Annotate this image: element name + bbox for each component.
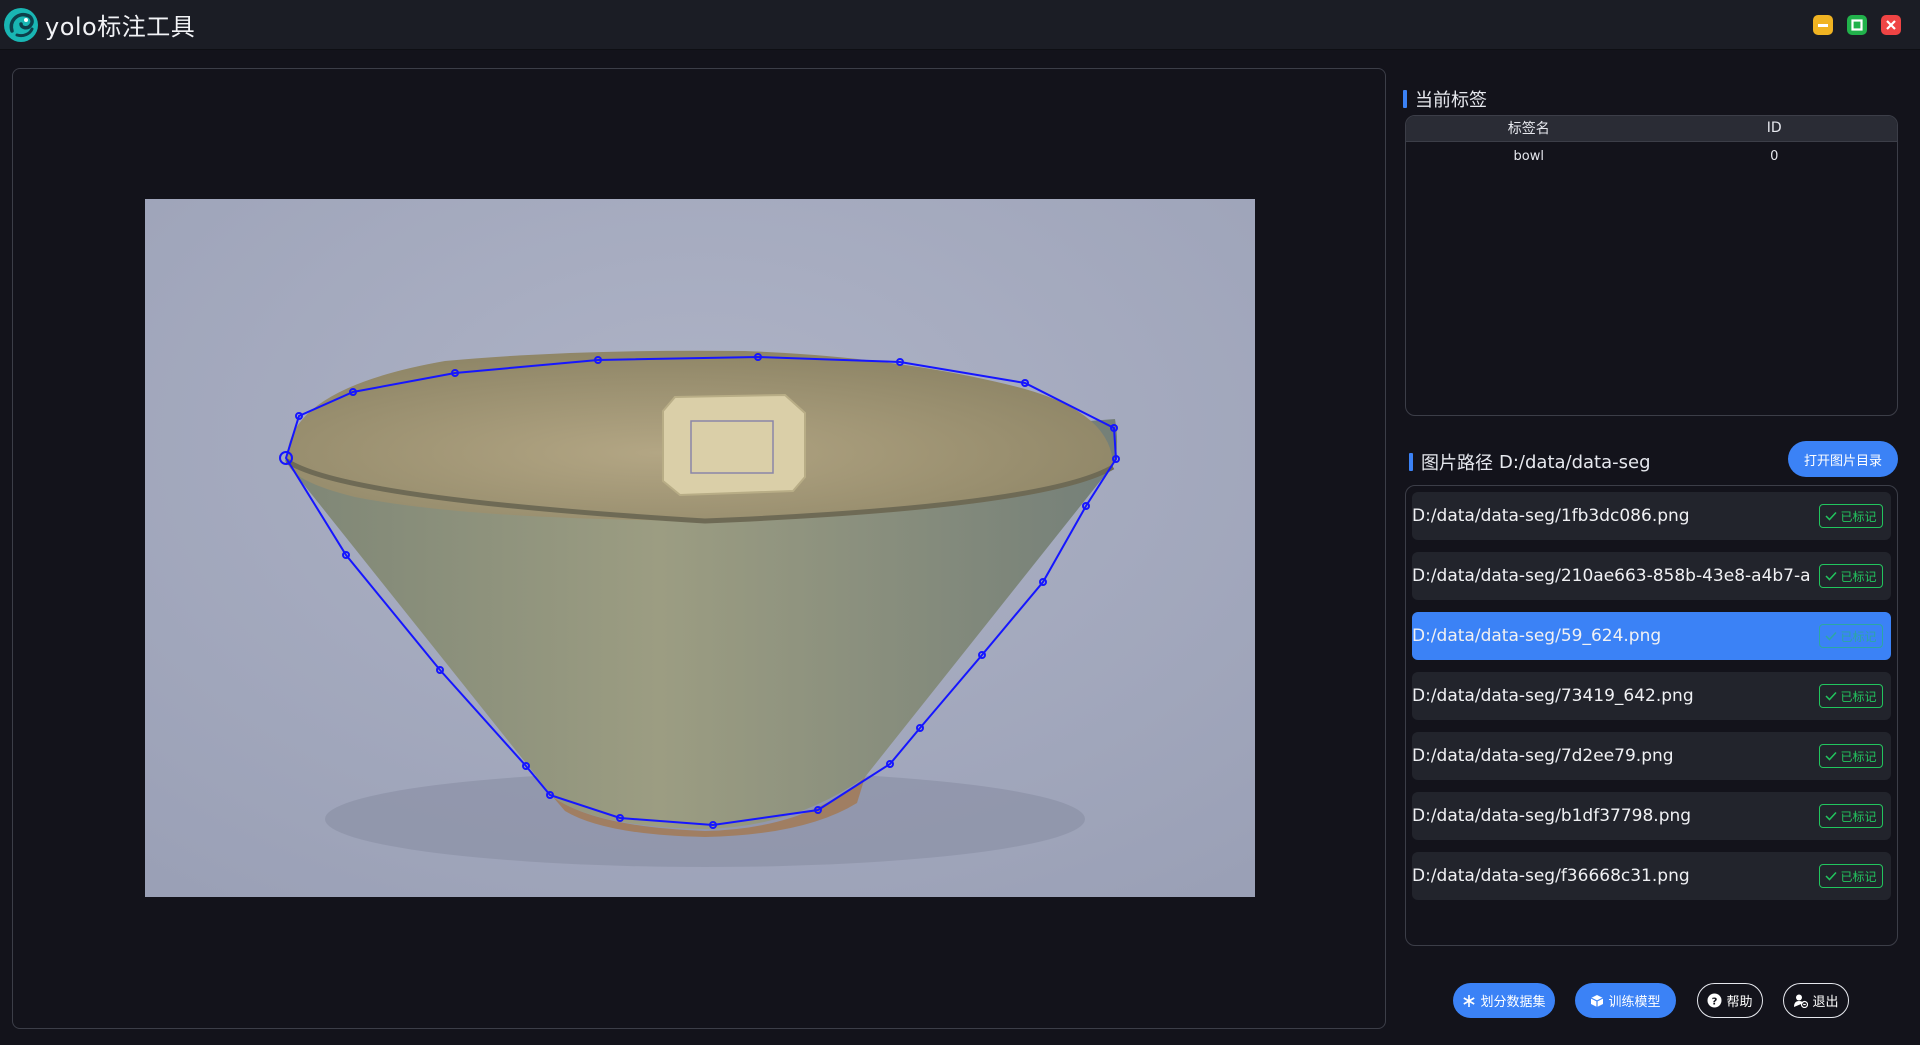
marked-badge: 已标记 — [1819, 864, 1883, 888]
open-image-dir-button[interactable]: 打开图片目录 — [1788, 441, 1898, 477]
files-section-title: 图片路径 — [1421, 453, 1493, 474]
marked-badge-label: 已标记 — [1840, 809, 1877, 824]
train-model-label: 训练模型 — [1608, 995, 1661, 1010]
marked-badge-label: 已标记 — [1840, 689, 1877, 704]
marked-badge-label: 已标记 — [1840, 869, 1877, 884]
file-name: D:/data/data-seg/b1df37798.png — [1412, 806, 1692, 826]
check-icon — [1825, 751, 1838, 761]
image-dir-path: D:/data/data-seg — [1499, 451, 1651, 473]
title-bar: yolo标注工具 — [0, 0, 1920, 50]
marked-badge: 已标记 — [1819, 624, 1883, 648]
list-item[interactable]: D:/data/data-seg/f36668c31.png 已标记 — [1412, 852, 1891, 900]
split-dataset-button[interactable]: 划分数据集 — [1453, 983, 1555, 1018]
marked-badge: 已标记 — [1819, 504, 1883, 528]
marked-badge: 已标记 — [1819, 744, 1883, 768]
files-section-header: 图片路径 D:/data/data-seg — [1409, 449, 1651, 475]
cube-icon — [1591, 994, 1604, 1007]
maximize-button[interactable] — [1847, 15, 1867, 35]
section-accent-bar — [1409, 453, 1413, 471]
list-item[interactable]: D:/data/data-seg/b1df37798.png 已标记 — [1412, 792, 1891, 840]
help-label: 帮助 — [1726, 995, 1753, 1010]
split-dataset-label: 划分数据集 — [1480, 995, 1546, 1010]
exit-button[interactable]: 退出 — [1783, 983, 1849, 1018]
list-item[interactable]: D:/data/data-seg/73419_642.png 已标记 — [1412, 672, 1891, 720]
file-name: D:/data/data-seg/73419_642.png — [1412, 686, 1694, 706]
file-name: D:/data/data-seg/1fb3dc086.png — [1412, 506, 1690, 526]
label-id-cell: 0 — [1770, 148, 1779, 164]
list-item[interactable]: D:/data/data-seg/210ae663-858b-43e8-a4b7… — [1412, 552, 1891, 600]
minimize-button[interactable] — [1813, 15, 1833, 35]
marked-badge-label: 已标记 — [1840, 749, 1877, 764]
file-name: D:/data/data-seg/7d2ee79.png — [1412, 746, 1674, 766]
snowflake-icon — [1463, 994, 1476, 1007]
user-exit-icon — [1794, 994, 1809, 1008]
image-with-polygon[interactable] — [145, 199, 1255, 897]
labels-table-header: 标签名 ID — [1406, 116, 1897, 142]
label-name-cell: bowl — [1513, 148, 1544, 164]
section-accent-bar — [1403, 90, 1407, 108]
list-item-selected[interactable]: D:/data/data-seg/59_624.png 已标记 — [1412, 612, 1891, 660]
window-controls — [1813, 15, 1901, 35]
column-header-label-name: 标签名 — [1406, 116, 1652, 142]
marked-badge: 已标记 — [1819, 804, 1883, 828]
check-icon — [1825, 631, 1838, 641]
file-name: D:/data/data-seg/59_624.png — [1412, 626, 1662, 646]
marked-badge-label: 已标记 — [1840, 629, 1877, 644]
close-button[interactable] — [1881, 15, 1901, 35]
marked-badge-label: 已标记 — [1840, 569, 1877, 584]
labels-section-title: 当前标签 — [1415, 90, 1487, 111]
svg-text:?: ? — [1712, 996, 1718, 1007]
maximize-icon — [1851, 19, 1863, 31]
labels-section-header: 当前标签 — [1403, 86, 1487, 112]
question-circle-icon: ? — [1707, 993, 1722, 1008]
file-list: D:/data/data-seg/1fb3dc086.png 已标记 D:/da… — [1405, 485, 1898, 946]
file-name: D:/data/data-seg/210ae663-858b-43e8-a4b7… — [1412, 566, 1810, 586]
labels-table: 标签名 ID bowl 0 — [1406, 116, 1897, 171]
annotation-canvas[interactable] — [12, 68, 1386, 1029]
check-icon — [1825, 511, 1838, 521]
app-title: yolo标注工具 — [45, 13, 196, 41]
help-button[interactable]: ? 帮助 — [1697, 983, 1763, 1018]
train-model-button[interactable]: 训练模型 — [1575, 983, 1676, 1018]
close-icon — [1886, 20, 1896, 30]
marked-badge: 已标记 — [1819, 564, 1883, 588]
marked-badge-label: 已标记 — [1840, 509, 1877, 524]
column-header-id: ID — [1651, 116, 1897, 142]
marked-badge: 已标记 — [1819, 684, 1883, 708]
check-icon — [1825, 871, 1838, 881]
check-icon — [1825, 811, 1838, 821]
bowl-sticker — [662, 393, 806, 497]
minimize-icon — [1818, 24, 1828, 27]
table-row[interactable]: bowl 0 — [1406, 141, 1897, 171]
list-item[interactable]: D:/data/data-seg/7d2ee79.png 已标记 — [1412, 732, 1891, 780]
check-icon — [1825, 571, 1838, 581]
exit-label: 退出 — [1812, 995, 1839, 1010]
app-logo-icon — [4, 7, 38, 42]
file-name: D:/data/data-seg/f36668c31.png — [1412, 866, 1690, 886]
check-icon — [1825, 691, 1838, 701]
labels-panel: 标签名 ID bowl 0 — [1405, 115, 1898, 416]
list-item[interactable]: D:/data/data-seg/1fb3dc086.png 已标记 — [1412, 492, 1891, 540]
